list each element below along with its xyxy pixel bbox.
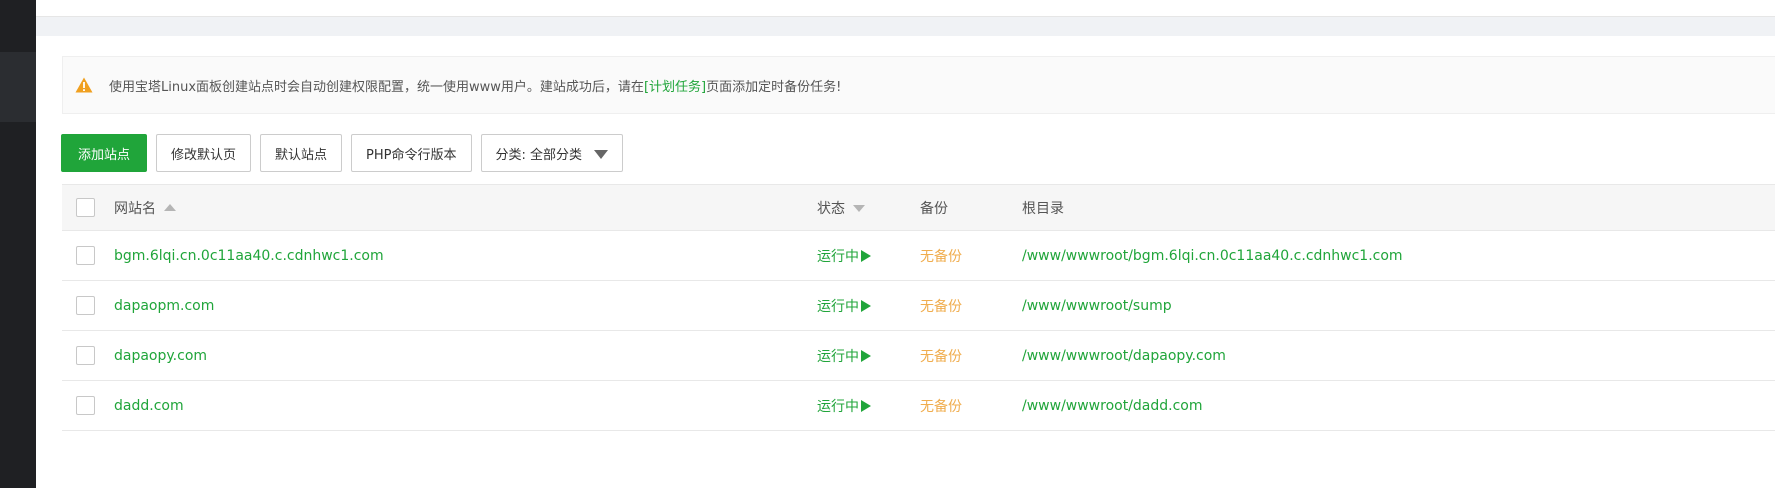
- default-site-button[interactable]: 默认站点: [260, 134, 343, 172]
- column-header-root: 根目录: [1022, 200, 1064, 217]
- site-root-link[interactable]: /www/wwwroot/sump: [1022, 298, 1172, 314]
- table-row: dapaopy.com 运行中 无备份 /www/wwwroot/dapaopy…: [62, 331, 1775, 381]
- modify-default-page-button[interactable]: 修改默认页: [156, 134, 252, 172]
- site-backup-link[interactable]: 无备份: [920, 246, 962, 266]
- site-management-panel: 使用宝塔Linux面板创建站点时会自动创建权限配置，统一使用www用户。建站成功…: [36, 36, 1775, 488]
- scheduled-tasks-link[interactable]: [计划任务]: [644, 80, 706, 95]
- toolbar: 添加站点 修改默认页 默认站点 PHP命令行版本 分类: 全部分类: [61, 134, 632, 172]
- site-table: 网站名 状态 备份 根目录 bgm.6lqi.cn.0c11aa40.c.cdn…: [62, 184, 1775, 431]
- left-sidebar: [0, 0, 36, 488]
- sort-asc-icon: [164, 203, 176, 211]
- site-backup-link[interactable]: 无备份: [920, 396, 962, 416]
- site-backup-link[interactable]: 无备份: [920, 296, 962, 316]
- chevron-down-icon: [594, 149, 609, 159]
- site-status-toggle[interactable]: 运行中: [817, 246, 871, 266]
- site-root-link[interactable]: /www/wwwroot/dadd.com: [1022, 398, 1203, 414]
- row-checkbox[interactable]: [76, 296, 95, 315]
- add-site-button[interactable]: 添加站点: [61, 134, 148, 172]
- play-icon: [861, 349, 871, 362]
- table-header: 网站名 状态 备份 根目录: [62, 184, 1775, 231]
- site-name-link[interactable]: dapaopm.com: [114, 298, 214, 314]
- column-header-status[interactable]: 状态: [817, 198, 865, 218]
- top-panel: [36, 0, 1775, 17]
- site-status-toggle[interactable]: 运行中: [817, 346, 871, 366]
- site-backup-link[interactable]: 无备份: [920, 346, 962, 366]
- site-status-toggle[interactable]: 运行中: [817, 396, 871, 416]
- site-status-toggle[interactable]: 运行中: [817, 296, 871, 316]
- warning-triangle-icon: [75, 76, 95, 94]
- notice-bar: 使用宝塔Linux面板创建站点时会自动创建权限配置，统一使用www用户。建站成功…: [62, 56, 1775, 114]
- site-root-link[interactable]: /www/wwwroot/dapaopy.com: [1022, 348, 1226, 364]
- play-icon: [861, 299, 871, 312]
- site-name-link[interactable]: bgm.6lqi.cn.0c11aa40.c.cdnhwc1.com: [114, 248, 384, 264]
- row-checkbox[interactable]: [76, 346, 95, 365]
- play-icon: [861, 399, 871, 412]
- row-checkbox[interactable]: [76, 246, 95, 265]
- php-cli-version-button[interactable]: PHP命令行版本: [351, 134, 472, 172]
- select-all-checkbox[interactable]: [76, 198, 95, 217]
- play-icon: [861, 249, 871, 262]
- table-row: dadd.com 运行中 无备份 /www/wwwroot/dadd.com: [62, 381, 1775, 431]
- row-checkbox[interactable]: [76, 396, 95, 415]
- table-row: bgm.6lqi.cn.0c11aa40.c.cdnhwc1.com 运行中 无…: [62, 231, 1775, 281]
- notice-text: 使用宝塔Linux面板创建站点时会自动创建权限配置，统一使用www用户。建站成功…: [109, 79, 842, 95]
- site-name-link[interactable]: dadd.com: [114, 398, 184, 414]
- site-root-link[interactable]: /www/wwwroot/bgm.6lqi.cn.0c11aa40.c.cdnh…: [1022, 248, 1403, 264]
- column-header-backup: 备份: [920, 200, 948, 217]
- category-select[interactable]: 分类: 全部分类: [480, 134, 624, 172]
- table-row: dapaopm.com 运行中 无备份 /www/wwwroot/sump: [62, 281, 1775, 331]
- sort-desc-icon: [853, 204, 865, 212]
- site-name-link[interactable]: dapaopy.com: [114, 348, 207, 364]
- sidebar-active-band: [0, 52, 36, 122]
- column-header-name[interactable]: 网站名: [114, 198, 176, 218]
